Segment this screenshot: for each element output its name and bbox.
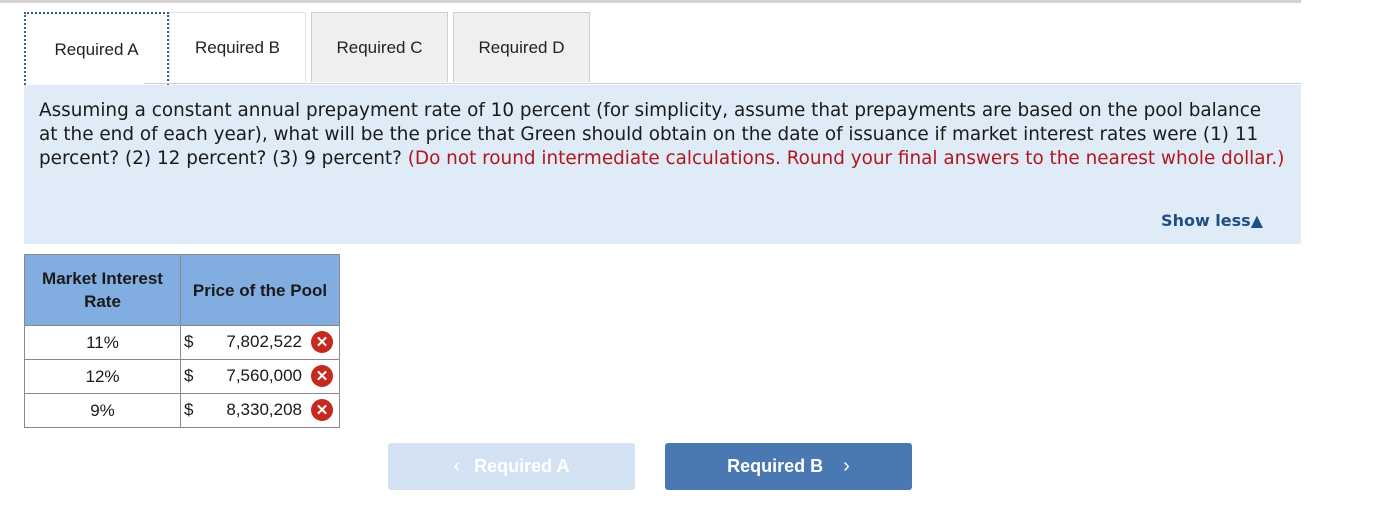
price-value[interactable]: 7,802,522 [226, 332, 302, 352]
show-less-toggle[interactable]: Show less▲ [1161, 211, 1263, 230]
tab-required-a[interactable]: Required A [24, 12, 169, 85]
table-header-row: Market Interest Rate Price of the Pool [24, 254, 340, 326]
triangle-up-icon: ▲ [1250, 211, 1263, 230]
tab-required-b[interactable]: Required B [169, 12, 306, 82]
header-label: Market Interest Rate [42, 269, 163, 311]
rate-cell: 9% [24, 393, 181, 428]
price-input-cell[interactable]: $ 7,560,000 ✕ [180, 359, 340, 394]
currency-symbol: $ [184, 366, 194, 385]
tab-required-d[interactable]: Required D [453, 12, 590, 82]
currency-symbol: $ [184, 400, 194, 419]
show-less-label: Show less [1161, 211, 1251, 230]
question-text: Assuming a constant annual prepayment ra… [39, 99, 1285, 171]
x-circle-icon: ✕ [311, 331, 333, 353]
previous-button-label: Required A [474, 456, 570, 476]
price-value[interactable]: 8,330,208 [226, 400, 302, 420]
rate-cell: 12% [24, 359, 181, 394]
answer-table: Market Interest Rate Price of the Pool 1… [24, 254, 340, 428]
x-circle-icon: ✕ [311, 399, 333, 421]
price-value[interactable]: 7,560,000 [226, 366, 302, 386]
tab-bar-divider [144, 83, 1301, 84]
header-market-interest-rate: Market Interest Rate [24, 254, 181, 326]
price-input-cell[interactable]: $ 7,802,522 ✕ [180, 325, 340, 360]
header-label: Price of the Pool [192, 280, 328, 300]
table-row: 11% $ 7,802,522 ✕ [24, 325, 340, 360]
next-button-label: Required B [727, 456, 824, 476]
tab-required-c[interactable]: Required C [311, 12, 448, 82]
rate-cell: 11% [24, 325, 181, 360]
top-divider [0, 0, 1301, 3]
table-row: 12% $ 7,560,000 ✕ [24, 359, 340, 394]
chevron-left-icon: ‹ [453, 455, 461, 477]
question-panel: Assuming a constant annual prepayment ra… [24, 85, 1301, 244]
table-row: 9% $ 8,330,208 ✕ [24, 393, 340, 428]
next-required-b-button[interactable]: Required B › [665, 443, 912, 490]
chevron-right-icon: › [843, 455, 850, 477]
currency-symbol: $ [184, 332, 194, 351]
header-price-of-pool: Price of the Pool [180, 254, 340, 326]
x-circle-icon: ✕ [311, 365, 333, 387]
previous-required-a-button[interactable]: ‹ Required A [388, 443, 635, 490]
question-instruction: (Do not round intermediate calculations.… [407, 148, 1285, 169]
price-input-cell[interactable]: $ 8,330,208 ✕ [180, 393, 340, 428]
